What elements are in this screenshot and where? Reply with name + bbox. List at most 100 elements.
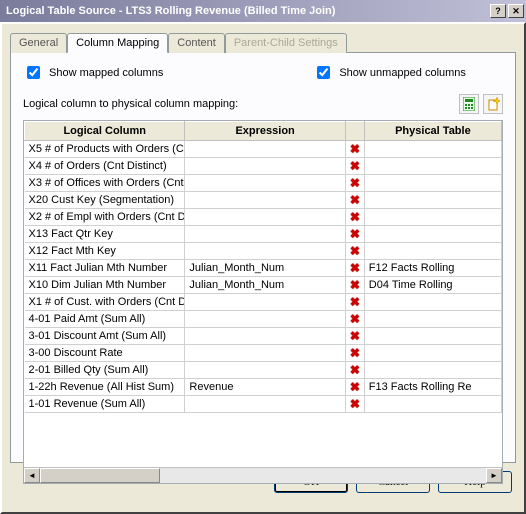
cell-unmap-icon[interactable]: ✖ <box>345 294 364 311</box>
show-unmapped-checkbox[interactable]: Show unmapped columns <box>313 63 466 82</box>
cell-physical-table[interactable] <box>364 362 501 379</box>
table-row[interactable]: X3 # of Offices with Orders (Cnt ✖ <box>25 175 502 192</box>
table-row[interactable]: X12 Fact Mth Key ✖ <box>25 243 502 260</box>
table-row[interactable]: X5 # of Products with Orders (C ✖ <box>25 141 502 158</box>
cell-logical-column[interactable]: 3-01 Discount Amt (Sum All) <box>25 328 185 345</box>
cell-physical-table[interactable] <box>364 226 501 243</box>
cell-physical-table[interactable] <box>364 396 501 413</box>
cell-expression[interactable] <box>185 226 345 243</box>
tab-content[interactable]: Content <box>168 33 225 53</box>
cell-logical-column[interactable]: X20 Cust Key (Segmentation) <box>25 192 185 209</box>
cell-logical-column[interactable]: X2 # of Empl with Orders (Cnt Di <box>25 209 185 226</box>
cell-expression[interactable] <box>185 209 345 226</box>
cell-logical-column[interactable]: X5 # of Products with Orders (C <box>25 141 185 158</box>
cell-logical-column[interactable]: X13 Fact Qtr Key <box>25 226 185 243</box>
mapping-table[interactable]: Logical Column Expression Physical Table… <box>24 121 502 413</box>
cell-logical-column[interactable]: X10 Dim Julian Mth Number <box>25 277 185 294</box>
show-mapped-checkbox[interactable]: Show mapped columns <box>23 63 163 82</box>
table-row[interactable]: 1-01 Revenue (Sum All) ✖ <box>25 396 502 413</box>
calculator-icon-button[interactable] <box>459 94 479 114</box>
cell-logical-column[interactable]: 2-01 Billed Qty (Sum All) <box>25 362 185 379</box>
cell-physical-table[interactable]: D04 Time Rolling <box>364 277 501 294</box>
cell-logical-column[interactable]: X3 # of Offices with Orders (Cnt <box>25 175 185 192</box>
table-row[interactable]: 2-01 Billed Qty (Sum All) ✖ <box>25 362 502 379</box>
cell-physical-table[interactable] <box>364 345 501 362</box>
cell-expression[interactable] <box>185 362 345 379</box>
header-expression[interactable]: Expression <box>185 122 345 141</box>
cell-expression[interactable]: Julian_Month_Num <box>185 260 345 277</box>
cell-physical-table[interactable]: F12 Facts Rolling <box>364 260 501 277</box>
cell-unmap-icon[interactable]: ✖ <box>345 141 364 158</box>
cell-unmap-icon[interactable]: ✖ <box>345 311 364 328</box>
cell-unmap-icon[interactable]: ✖ <box>345 277 364 294</box>
cell-logical-column[interactable]: 3-00 Discount Rate <box>25 345 185 362</box>
cell-physical-table[interactable] <box>364 294 501 311</box>
cell-expression[interactable] <box>185 311 345 328</box>
table-row[interactable]: X13 Fact Qtr Key ✖ <box>25 226 502 243</box>
cell-unmap-icon[interactable]: ✖ <box>345 192 364 209</box>
cell-logical-column[interactable]: X1 # of Cust. with Orders (Cnt Di <box>25 294 185 311</box>
cell-unmap-icon[interactable]: ✖ <box>345 345 364 362</box>
cell-physical-table[interactable] <box>364 328 501 345</box>
table-row[interactable]: X20 Cust Key (Segmentation) ✖ <box>25 192 502 209</box>
cell-unmap-icon[interactable]: ✖ <box>345 226 364 243</box>
cell-logical-column[interactable]: 1-01 Revenue (Sum All) <box>25 396 185 413</box>
cell-unmap-icon[interactable]: ✖ <box>345 158 364 175</box>
scroll-thumb[interactable] <box>40 468 160 483</box>
cell-physical-table[interactable] <box>364 192 501 209</box>
cell-unmap-icon[interactable]: ✖ <box>345 379 364 396</box>
table-row[interactable]: X11 Fact Julian Mth NumberJulian_Month_N… <box>25 260 502 277</box>
cell-logical-column[interactable]: 4-01 Paid Amt (Sum All) <box>25 311 185 328</box>
header-physical-table[interactable]: Physical Table <box>364 122 501 141</box>
cell-unmap-icon[interactable]: ✖ <box>345 396 364 413</box>
table-row[interactable]: X10 Dim Julian Mth NumberJulian_Month_Nu… <box>25 277 502 294</box>
show-mapped-input[interactable] <box>27 66 40 79</box>
tab-column-mapping[interactable]: Column Mapping <box>67 33 168 53</box>
cell-expression[interactable] <box>185 175 345 192</box>
tab-strip: General Column Mapping Content Parent-Ch… <box>10 32 516 53</box>
header-logical-column[interactable]: Logical Column <box>25 122 185 141</box>
scroll-right-arrow[interactable]: ► <box>486 468 502 483</box>
cell-physical-table[interactable] <box>364 175 501 192</box>
table-row[interactable]: X2 # of Empl with Orders (Cnt Di ✖ <box>25 209 502 226</box>
cell-logical-column[interactable]: 1-22h Revenue (All Hist Sum) <box>25 379 185 396</box>
table-row[interactable]: 4-01 Paid Amt (Sum All) ✖ <box>25 311 502 328</box>
cell-expression[interactable] <box>185 158 345 175</box>
cell-expression[interactable] <box>185 396 345 413</box>
cell-logical-column[interactable]: X11 Fact Julian Mth Number <box>25 260 185 277</box>
table-row[interactable]: 3-00 Discount Rate ✖ <box>25 345 502 362</box>
cell-unmap-icon[interactable]: ✖ <box>345 328 364 345</box>
cell-physical-table[interactable] <box>364 158 501 175</box>
cell-physical-table[interactable] <box>364 243 501 260</box>
close-titlebar-button[interactable]: ✕ <box>508 4 524 18</box>
cell-unmap-icon[interactable]: ✖ <box>345 209 364 226</box>
cell-unmap-icon[interactable]: ✖ <box>345 175 364 192</box>
scroll-left-arrow[interactable]: ◄ <box>24 468 40 483</box>
table-row[interactable]: 3-01 Discount Amt (Sum All) ✖ <box>25 328 502 345</box>
cell-expression[interactable]: Revenue <box>185 379 345 396</box>
tab-general[interactable]: General <box>10 33 67 53</box>
table-row[interactable]: 1-22h Revenue (All Hist Sum)Revenue✖F13 … <box>25 379 502 396</box>
new-mapping-icon-button[interactable] <box>483 94 503 114</box>
cell-expression[interactable] <box>185 345 345 362</box>
cell-expression[interactable]: Julian_Month_Num <box>185 277 345 294</box>
cell-expression[interactable] <box>185 294 345 311</box>
table-row[interactable]: X1 # of Cust. with Orders (Cnt Di ✖ <box>25 294 502 311</box>
cell-physical-table[interactable] <box>364 141 501 158</box>
cell-logical-column[interactable]: X4 # of Orders (Cnt Distinct) <box>25 158 185 175</box>
cell-unmap-icon[interactable]: ✖ <box>345 243 364 260</box>
horizontal-scrollbar[interactable]: ◄ ► <box>24 467 502 483</box>
cell-logical-column[interactable]: X12 Fact Mth Key <box>25 243 185 260</box>
cell-physical-table[interactable] <box>364 209 501 226</box>
cell-physical-table[interactable] <box>364 311 501 328</box>
cell-expression[interactable] <box>185 141 345 158</box>
cell-unmap-icon[interactable]: ✖ <box>345 362 364 379</box>
cell-unmap-icon[interactable]: ✖ <box>345 260 364 277</box>
show-unmapped-input[interactable] <box>317 66 330 79</box>
cell-expression[interactable] <box>185 243 345 260</box>
cell-physical-table[interactable]: F13 Facts Rolling Re <box>364 379 501 396</box>
cell-expression[interactable] <box>185 328 345 345</box>
help-titlebar-button[interactable]: ? <box>490 4 506 18</box>
table-row[interactable]: X4 # of Orders (Cnt Distinct) ✖ <box>25 158 502 175</box>
cell-expression[interactable] <box>185 192 345 209</box>
